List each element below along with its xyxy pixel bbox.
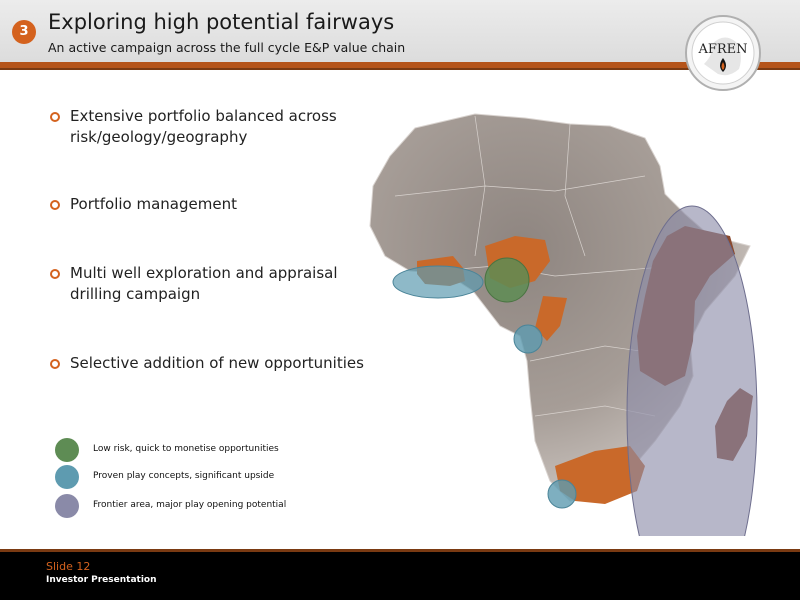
- bullet-text: Extensive portfolio balanced across risk…: [70, 107, 337, 146]
- legend-green-circle-icon: [55, 438, 79, 462]
- low-risk-circle-nigeria: [484, 257, 530, 303]
- proven-play-circle-south: [547, 479, 577, 509]
- bullet-text: Portfolio management: [70, 195, 237, 213]
- page-title: Exploring high potential fairways: [48, 10, 395, 34]
- afren-logo: AFREN: [685, 15, 761, 91]
- africa-map: [369, 113, 758, 536]
- logo-text: AFREN: [697, 42, 747, 57]
- bullet-marker-icon: [50, 200, 60, 210]
- proven-play-circle-gabon: [513, 324, 543, 354]
- proven-play-ellipse-west: [392, 265, 484, 299]
- slide-number-badge: 3: [12, 20, 36, 44]
- bullet-marker-icon: [50, 269, 60, 279]
- legend-purple-circle-icon: [55, 494, 79, 518]
- footer-presentation-label: Investor Presentation: [46, 575, 157, 585]
- bullet-marker-icon: [50, 359, 60, 369]
- header-rule-dark: [0, 68, 800, 70]
- legend-label: Frontier area, major play opening potent…: [93, 500, 287, 510]
- legend-label: Proven play concepts, significant upside: [93, 471, 275, 481]
- bullet-text: Selective addition of new opportunities: [70, 354, 364, 372]
- legend-blue-circle-icon: [55, 465, 79, 489]
- bullet-text: Multi well exploration and appraisal dri…: [70, 264, 338, 303]
- footer-slide-label: Slide 12: [46, 560, 91, 573]
- page-subtitle: An active campaign across the full cycle…: [48, 40, 406, 55]
- bullet-marker-icon: [50, 112, 60, 122]
- legend-label: Low risk, quick to monetise opportunitie…: [93, 444, 279, 454]
